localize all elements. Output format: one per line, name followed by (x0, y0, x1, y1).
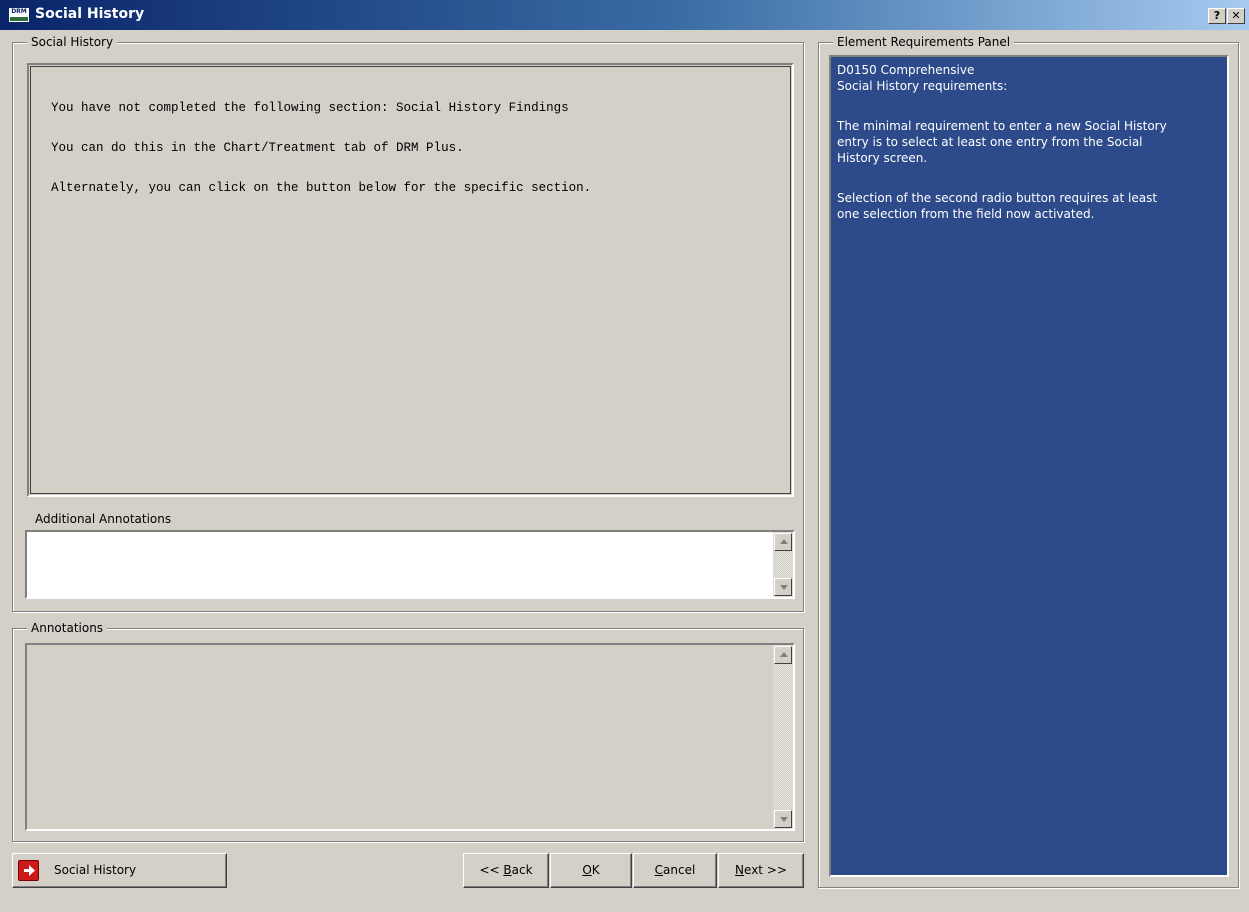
social-history-legend: Social History (27, 35, 118, 49)
scroll-down-button[interactable] (774, 578, 792, 596)
requirements-group: Element Requirements Panel D0150 Compreh… (818, 35, 1239, 888)
social-history-group: Social History You have not completed th… (12, 35, 804, 612)
requirements-line: entry is to select at least one entry fr… (837, 135, 1143, 149)
scroll-down-button[interactable] (774, 810, 792, 828)
ok-label: K (591, 863, 600, 877)
message-line: You can do this in the Chart/Treatment t… (51, 141, 464, 155)
arrow-down-icon (780, 817, 788, 822)
arrow-right-icon (18, 860, 39, 881)
scroll-up-button[interactable] (774, 646, 792, 664)
ok-accelerator: O (582, 863, 592, 877)
message-panel: You have not completed the following sec… (27, 63, 794, 497)
cancel-label: ancel (663, 863, 696, 877)
arrow-down-icon (780, 585, 788, 590)
message-line: You have not completed the following sec… (51, 101, 569, 115)
annotations-scrollbar[interactable] (773, 645, 793, 829)
arrow-up-icon (780, 652, 788, 657)
requirements-line: History screen. (837, 151, 928, 165)
next-button[interactable]: Next >> (718, 853, 804, 888)
social-history-button-label: Social History (54, 863, 137, 877)
requirements-line: Social History requirements: (837, 79, 1008, 93)
additional-annotations-scrollbar[interactable] (773, 532, 793, 597)
additional-annotations-field[interactable] (25, 530, 795, 599)
back-accelerator: B (503, 863, 512, 877)
requirements-panel: D0150 Comprehensive Social History requi… (829, 55, 1229, 877)
next-label: ext >> (744, 863, 787, 877)
requirements-legend: Element Requirements Panel (833, 35, 1015, 49)
help-button[interactable]: ? (1208, 8, 1226, 24)
requirements-line: The minimal requirement to enter a new S… (837, 119, 1167, 133)
title-bar: DRM Social History ? ✕ (0, 0, 1249, 30)
back-button[interactable]: << Back (463, 853, 549, 888)
app-icon: DRM (8, 7, 30, 23)
cancel-accelerator: C (654, 863, 664, 877)
ok-button[interactable]: OK (550, 853, 632, 888)
back-prefix: << (479, 863, 504, 877)
requirements-line: one selection from the field now activat… (837, 207, 1095, 221)
scroll-up-button[interactable] (774, 533, 792, 551)
requirements-line: D0150 Comprehensive (837, 63, 975, 77)
arrow-up-icon (780, 539, 788, 544)
annotations-field[interactable] (25, 643, 795, 831)
social-history-button[interactable]: Social History (12, 853, 227, 888)
additional-annotations-label: Additional Annotations (35, 512, 172, 526)
requirements-line: Selection of the second radio button req… (837, 191, 1158, 205)
close-button[interactable]: ✕ (1227, 8, 1245, 24)
back-label: ack (511, 863, 533, 877)
next-accelerator: N (735, 863, 745, 877)
window-title: Social History (35, 6, 145, 22)
cancel-button[interactable]: Cancel (633, 853, 717, 888)
annotations-group: Annotations (12, 621, 804, 842)
message-line: Alternately, you can click on the button… (51, 181, 592, 195)
annotations-legend: Annotations (27, 621, 108, 635)
